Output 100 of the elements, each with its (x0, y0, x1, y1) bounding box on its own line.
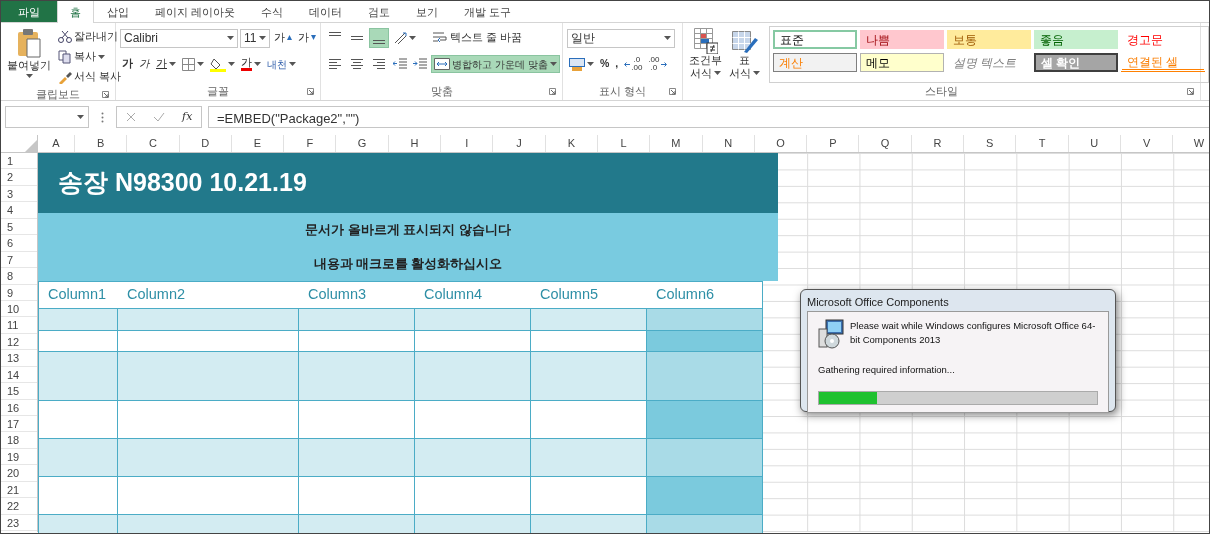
row-header[interactable]: 1 (1, 153, 37, 170)
group-label: 맞춤 (430, 84, 453, 100)
row-header[interactable]: 21 (1, 481, 37, 499)
column-header[interactable]: K (545, 135, 598, 152)
row-header[interactable]: 18 (1, 432, 37, 449)
row-header[interactable]: 23 (1, 514, 37, 532)
table-header-cell: Column2 (118, 281, 299, 309)
row-header[interactable]: 20 (1, 465, 37, 482)
ribbon-tab[interactable]: 데이터 (296, 1, 356, 22)
cell-style-option[interactable]: 메모 (860, 53, 944, 72)
column-header[interactable]: P (807, 135, 860, 152)
status-text: Gathering required information... (818, 362, 956, 377)
column-header[interactable]: E (231, 135, 285, 152)
row-header[interactable]: 10 (1, 300, 37, 318)
ribbon-tab[interactable]: 홈 (57, 1, 94, 23)
column-header[interactable]: L (597, 135, 651, 152)
percent-button[interactable]: % (598, 56, 612, 72)
wrap-text-button[interactable]: 텍스트 줄 바꿈 (430, 30, 524, 46)
ribbon-tab[interactable]: 파일 (1, 1, 57, 22)
column-header[interactable]: A (38, 135, 75, 152)
number-format-field[interactable]: 일반 (567, 28, 675, 48)
column-header[interactable]: R (911, 135, 965, 152)
font-name-field[interactable]: Calibri (120, 28, 238, 48)
conditional-formatting-button[interactable]: 조건부 서식 (687, 26, 724, 83)
cell-style-option[interactable]: 좋음 (1034, 30, 1118, 49)
cell-style-option[interactable]: 표준 (773, 30, 857, 49)
cell-style-option[interactable]: 보통 (947, 30, 1031, 49)
font-size-field[interactable]: 11 (240, 28, 270, 48)
decrease-decimal-button[interactable]: .00 .0 (646, 54, 669, 74)
insert-function-button[interactable]: fx (182, 108, 193, 126)
column-header[interactable]: J (493, 135, 546, 152)
column-header[interactable]: C (127, 135, 180, 152)
invoice-title: 송장 N98300 10.21.19 (38, 153, 778, 213)
ribbon-tab[interactable]: 삽입 (94, 1, 142, 22)
row-header[interactable]: 19 (1, 448, 37, 466)
ribbon-tab[interactable]: 개발 도구 (451, 1, 525, 22)
column-header[interactable]: H (388, 135, 442, 152)
clipboard-button[interactable]: 서식 복사 (56, 68, 123, 86)
increase-decimal-button[interactable]: .0 .00 (622, 54, 645, 74)
column-header[interactable]: W (1173, 135, 1209, 152)
table-header-cell: Column3 (299, 281, 415, 309)
row-header[interactable]: 8 (1, 268, 37, 285)
clipboard-button[interactable]: 복사 (56, 48, 123, 66)
dialog-title: Microsoft Office Components (807, 295, 950, 310)
format-as-table-button[interactable]: 표 서식 (727, 26, 762, 83)
table-header-cell: Column6 (647, 281, 763, 309)
italic-button[interactable]: 가 (137, 56, 152, 72)
row-header[interactable]: 2 (1, 169, 37, 186)
ribbon-tab[interactable]: 검토 (355, 1, 404, 22)
ribbon-tab[interactable]: 보기 (403, 1, 452, 22)
row-header[interactable]: 4 (1, 202, 37, 219)
table-header-cell: Column1 (39, 281, 118, 309)
row-header[interactable]: 17 (1, 416, 37, 433)
column-header[interactable]: S (964, 135, 1017, 152)
phonetic-button[interactable]: 내천 (265, 56, 298, 72)
column-header[interactable]: G (336, 135, 389, 152)
cell-style-option[interactable]: 나쁨 (860, 30, 944, 49)
column-header[interactable]: I (441, 135, 494, 152)
column-header[interactable]: M (650, 135, 703, 152)
row-header[interactable]: 13 (1, 350, 37, 367)
column-header[interactable]: D (179, 135, 232, 152)
row-header[interactable]: 12 (1, 333, 37, 351)
cell-style-option[interactable]: 설명 텍스트 (947, 53, 1031, 72)
shrink-font-button[interactable]: 가 (296, 30, 318, 46)
table-header-cell: Column4 (415, 281, 531, 309)
table-header-cell: Column5 (531, 281, 647, 309)
column-header[interactable]: B (75, 135, 128, 152)
column-header[interactable]: N (702, 135, 755, 152)
notice-text: 내용과 매크로를 활성화하십시오 (313, 255, 503, 273)
column-header[interactable]: F (284, 135, 337, 152)
column-header[interactable]: V (1120, 135, 1174, 152)
comma-button[interactable]: , (613, 56, 621, 72)
bold-button[interactable]: 가 (120, 56, 135, 72)
clipboard-button[interactable]: 잘라내기 (56, 28, 123, 46)
column-header[interactable]: O (754, 135, 808, 152)
column-header[interactable]: T (1016, 135, 1069, 152)
dialog-message: Please wait while Windows configures Microsoft Office 64-bit Components 2013 (850, 318, 1097, 347)
cell-style-option[interactable]: 경고문 (1121, 30, 1205, 49)
font-color-button[interactable]: 가 (239, 54, 263, 74)
grow-font-button[interactable]: 가 (272, 30, 294, 46)
group-label: 클립보드 (36, 87, 80, 102)
group-label: 글꼴 (207, 84, 229, 100)
column-header[interactable]: U (1068, 135, 1121, 152)
paste-button[interactable]: 붙여넣기 (5, 26, 53, 86)
row-header[interactable]: 7 (1, 251, 37, 269)
row-header[interactable]: 5 (1, 218, 37, 236)
ribbon-tab[interactable]: 수식 (248, 1, 297, 22)
row-header[interactable]: 16 (1, 399, 37, 416)
underline-button[interactable]: 가 (154, 56, 178, 72)
column-header[interactable]: Q (859, 135, 912, 152)
formula-field[interactable]: =EMBED("Package2","") (208, 106, 1209, 128)
row-header[interactable]: 22 (1, 498, 37, 515)
ribbon-tab[interactable]: 페이지 레이아웃 (142, 1, 249, 22)
row-header[interactable]: 11 (1, 317, 37, 334)
merge-center-button[interactable]: 병합하고 가운데 맞춤 (431, 55, 560, 73)
row-header[interactable]: 14 (1, 366, 37, 384)
row-header[interactable]: 9 (1, 284, 37, 301)
row-header[interactable]: 15 (1, 383, 37, 400)
row-header[interactable]: 6 (1, 235, 37, 252)
row-header[interactable]: 3 (1, 185, 37, 203)
